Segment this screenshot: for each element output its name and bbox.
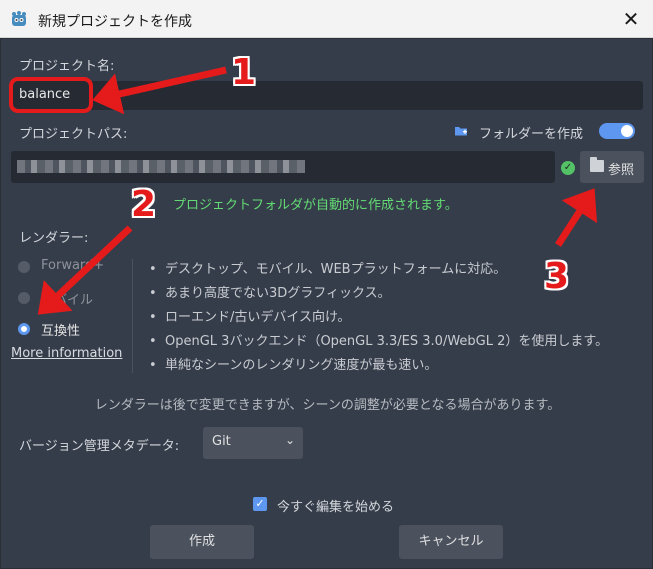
annotation-number-3: 3 [544,256,570,297]
arrow-1 [92,66,227,115]
annotation-number-2: 2 [131,184,157,225]
arrow-2 [37,225,133,315]
arrow-3 [555,188,598,247]
annotation-number-1: 1 [231,52,257,93]
